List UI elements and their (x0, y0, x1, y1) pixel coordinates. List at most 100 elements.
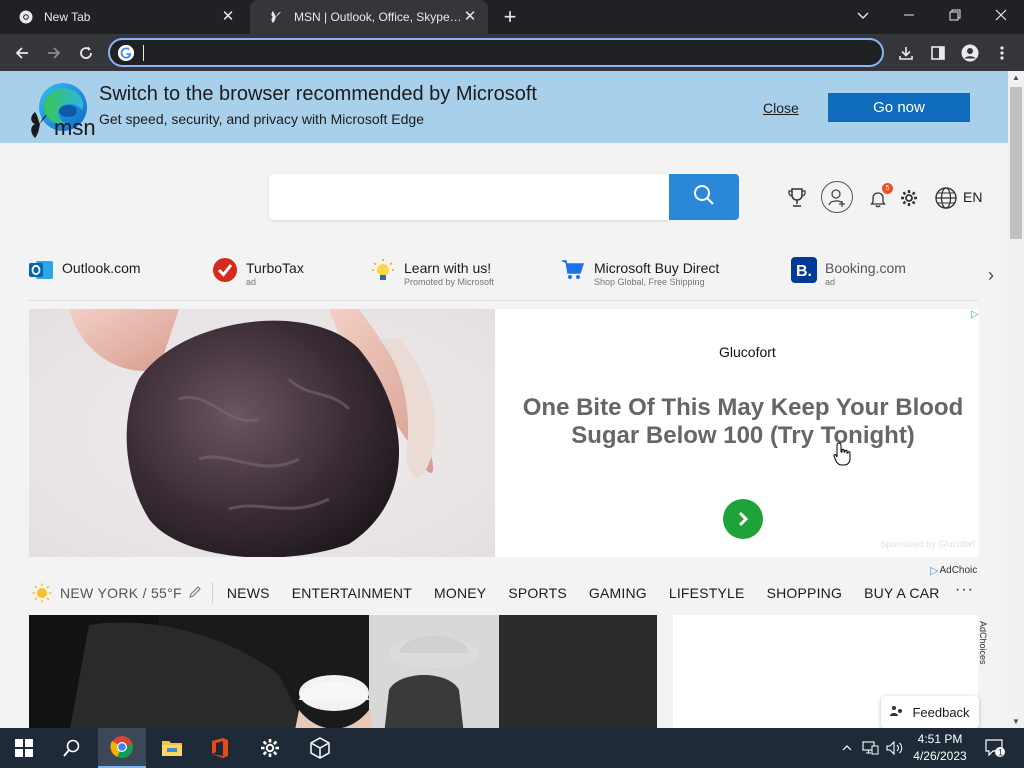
outlook-icon (28, 257, 54, 283)
edit-pencil-icon[interactable] (188, 585, 202, 602)
site-name: Microsoft Buy Direct (594, 260, 720, 276)
nav-sports[interactable]: SPORTS (508, 585, 567, 601)
banner-subtitle: Get speed, security, and privacy with Mi… (99, 111, 424, 127)
ad-headline[interactable]: One Bite Of This May Keep Your Blood Sug… (515, 394, 971, 450)
language-label[interactable]: EN (963, 189, 982, 205)
scrollbar-thumb[interactable] (1010, 87, 1022, 239)
msn-search-button[interactable] (669, 174, 739, 220)
nav-buy-a-car[interactable]: BUY A CAR (864, 585, 939, 601)
nav-divider (211, 582, 213, 604)
adchoices-icon: ▷ (930, 565, 939, 577)
close-window-button[interactable] (978, 0, 1024, 34)
scroll-up-icon[interactable]: ▲ (1012, 73, 1020, 82)
top-site-learn[interactable]: Learn with us! Promoted by Microsoft (370, 257, 494, 287)
nav-news[interactable]: NEWS (227, 585, 270, 601)
windows-taskbar: 4:51 PM 4/26/2023 1 (0, 728, 1024, 768)
restore-button[interactable] (932, 0, 978, 34)
site-name: TurboTax (246, 260, 304, 276)
ad-image[interactable] (29, 309, 495, 557)
category-nav: NEW YORK / 55°F NEWS ENTERTAINMENT MONEY… (32, 581, 982, 605)
tab-msn[interactable]: MSN | Outlook, Office, Skype, Bing, Brea… (250, 0, 488, 34)
tab-title: New Tab (44, 10, 91, 24)
site-sub: Promoted by Microsoft (404, 277, 495, 287)
chevron-up-icon[interactable] (838, 728, 856, 768)
file-explorer-icon[interactable] (148, 728, 196, 768)
more-categories-icon[interactable]: ··· (955, 581, 974, 599)
minimize-button[interactable] (886, 0, 932, 34)
sun-icon (32, 583, 52, 603)
sponsored-ad[interactable]: Glucofort One Bite Of This May Keep Your… (29, 309, 979, 557)
profile-icon[interactable] (956, 39, 984, 67)
ad-brand: Glucofort (719, 344, 776, 360)
msn-logo[interactable]: msn (28, 111, 96, 144)
chevron-right-icon[interactable]: › (988, 265, 994, 286)
scroll-down-icon[interactable]: ▼ (1012, 717, 1020, 726)
tab-new-tab[interactable]: New Tab ✕ (0, 0, 246, 34)
banner-close-link[interactable]: Close (763, 100, 799, 116)
site-name: Learn with us! (404, 260, 492, 276)
msn-search-input[interactable] (269, 174, 669, 220)
top-sites-bar: Outlook.com TurboTax ad Learn with us! Pro… (28, 257, 978, 301)
settings-gear-icon[interactable] (246, 728, 294, 768)
nav-shopping[interactable]: SHOPPING (767, 585, 843, 601)
office-icon[interactable] (196, 728, 244, 768)
address-bar[interactable] (108, 38, 884, 67)
nav-money[interactable]: MONEY (434, 585, 486, 601)
network-icon[interactable] (860, 728, 880, 768)
rewards-trophy-icon[interactable] (786, 185, 808, 211)
action-center-icon[interactable]: 1 (980, 728, 1010, 768)
volume-icon[interactable] (884, 728, 906, 768)
menu-kebab-icon[interactable] (988, 39, 1016, 67)
chrome-taskbar-icon[interactable] (98, 728, 146, 768)
download-icon[interactable] (892, 39, 920, 67)
ad-sponsored-label: Sponsored by Glucofort (880, 539, 975, 549)
windows-start-icon[interactable] (0, 728, 48, 768)
msn-page: Switch to the browser recommended by Mic… (0, 71, 1008, 728)
top-site-microsoft-buy-direct[interactable]: Microsoft Buy Direct Shop Global, Free Sh… (560, 257, 719, 287)
search-icon[interactable] (48, 728, 96, 768)
nav-gaming[interactable]: GAMING (589, 585, 647, 601)
hand-cursor-icon (833, 442, 851, 466)
hero-news-card[interactable] (29, 615, 657, 728)
side-panel-icon[interactable] (924, 39, 952, 67)
google-icon (118, 45, 134, 61)
close-icon[interactable]: ✕ (462, 9, 478, 25)
weather-widget[interactable]: NEW YORK / 55°F (32, 583, 202, 603)
nav-entertainment[interactable]: ENTERTAINMENT (292, 585, 412, 601)
feedback-button[interactable]: Feedback (881, 696, 979, 728)
notification-badge: 5 (882, 183, 893, 194)
sign-in-avatar-icon[interactable] (821, 181, 853, 213)
chrome-icon (18, 9, 34, 25)
top-site-booking[interactable]: B. Booking.com ad (791, 257, 906, 287)
nav-lifestyle[interactable]: LIFESTYLE (669, 585, 745, 601)
adchoices-link[interactable]: ▷ AdChoic (930, 564, 977, 577)
settings-gear-icon[interactable] (898, 185, 920, 211)
go-now-button[interactable]: Go now (828, 93, 970, 122)
system-clock[interactable]: 4:51 PM 4/26/2023 (908, 731, 972, 765)
adchoices-label: AdChoic (939, 565, 978, 576)
close-icon[interactable]: ✕ (220, 9, 236, 25)
page-scrollbar[interactable]: ▲ ▼ (1008, 71, 1024, 728)
3d-viewer-icon[interactable] (296, 728, 344, 768)
forward-icon[interactable] (40, 39, 68, 67)
reload-icon[interactable] (72, 39, 100, 67)
ad-cta-arrow-icon[interactable] (723, 499, 763, 539)
feedback-label: Feedback (912, 704, 970, 720)
msn-logo-text: msn (54, 114, 96, 140)
top-site-turbotax[interactable]: TurboTax ad (212, 257, 304, 287)
clock-time: 4:51 PM (917, 732, 963, 746)
adchoices-side-label[interactable]: AdChoices (978, 621, 988, 665)
action-center-count: 1 (998, 748, 1003, 758)
new-tab-button[interactable]: + (498, 5, 522, 29)
address-input[interactable] (142, 43, 862, 63)
tab-strip: New Tab ✕ MSN | Outlook, Office, Skype, … (0, 0, 1024, 34)
tab-search-icon[interactable] (840, 0, 886, 34)
weather-location: NEW YORK / 55°F (60, 585, 182, 601)
globe-language-icon[interactable] (934, 185, 958, 211)
back-icon[interactable] (8, 39, 36, 67)
lightbulb-icon (370, 257, 396, 283)
top-site-outlook[interactable]: Outlook.com (28, 257, 141, 283)
turbotax-check-icon (212, 257, 238, 283)
ad-info-icon[interactable]: ▷ (971, 309, 979, 321)
svg-text:B.: B. (796, 263, 812, 280)
